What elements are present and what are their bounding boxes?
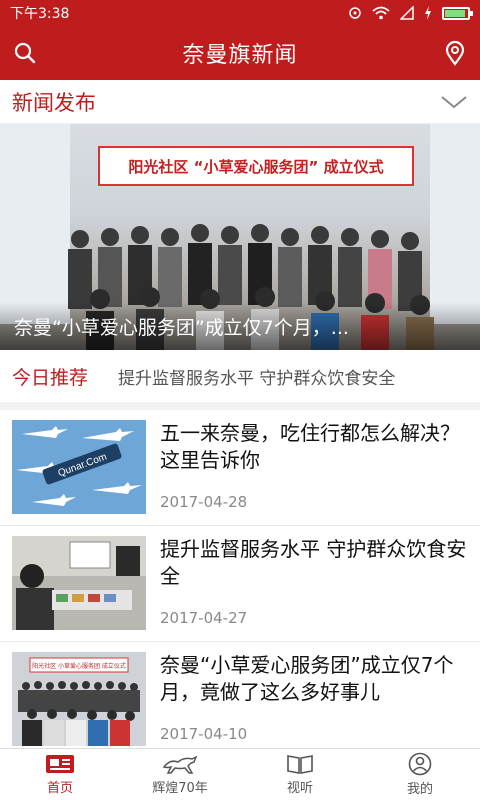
news-list: Qunar.Com 五一来奈曼，吃住行都怎么解决？这里告诉你 2017-04-2…	[0, 410, 480, 758]
news-item[interactable]: Qunar.Com 五一来奈曼，吃住行都怎么解决？这里告诉你 2017-04-2…	[0, 410, 480, 526]
news-date: 2017-04-28	[160, 493, 248, 511]
bottom-tab-bar: 首页 辉煌70年 视听 我的	[0, 748, 480, 800]
tab-mine-label: 我的	[406, 782, 433, 797]
today-recommend[interactable]: 今日推荐 提升监督服务水平 守护群众饮食安全	[0, 350, 480, 410]
news-date: 2017-04-10	[160, 725, 248, 743]
airplane-collage-image: Qunar.Com	[12, 420, 146, 514]
user-icon	[408, 752, 432, 776]
news-headline: 提升监督服务水平 守护群众饮食安全	[160, 537, 467, 588]
chevron-down-icon[interactable]	[440, 94, 468, 110]
thumb-sign-text: 阳光社区 小草爱心服务团 成立仪式	[32, 662, 126, 670]
location-pin-icon	[445, 40, 465, 66]
search-button[interactable]	[10, 38, 40, 68]
today-label: 今日推荐	[12, 366, 89, 389]
tab-audio-video-label: 视听	[286, 781, 313, 796]
wifi-icon	[372, 6, 390, 20]
news-thumbnail	[12, 536, 146, 630]
tab-home-label: 首页	[46, 781, 73, 796]
featured-banner[interactable]: 阳光社区 “小草爱心服务团” 成立仪式 奈曼“小草爱心服务团”成立仅7个月，..…	[0, 124, 480, 350]
status-bar: 下午3:38	[0, 0, 480, 26]
today-ticker[interactable]: 提升监督服务水平 守护群众饮食安全	[118, 364, 395, 389]
banner-caption: 奈曼“小草爱心服务团”成立仅7个月，...	[0, 302, 480, 350]
news-thumbnail: Qunar.Com	[12, 420, 146, 514]
tab-70-years[interactable]: 辉煌70年	[120, 749, 240, 800]
news-thumbnail: 阳光社区 小草爱心服务团 成立仪式	[12, 652, 146, 746]
charging-icon	[425, 6, 431, 20]
tab-home[interactable]: 首页	[0, 749, 120, 800]
news-headline: 五一来奈曼，吃住行都怎么解决？这里告诉你	[160, 421, 460, 472]
app-header: 奈曼旗新闻	[0, 26, 480, 80]
news-text: 奈曼“小草爱心服务团”成立仅7个月，竟做了这么多好事儿	[160, 652, 468, 706]
news-headline: 奈曼“小草爱心服务团”成立仅7个月，竟做了这么多好事儿	[160, 653, 454, 704]
tab-audio-video[interactable]: 视听	[240, 749, 360, 800]
battery-icon	[442, 6, 473, 20]
signal-icon	[400, 6, 414, 20]
news-date: 2017-04-27	[160, 609, 248, 627]
section-title: 新闻发布	[12, 90, 96, 115]
horse-icon	[162, 755, 198, 774]
search-icon	[14, 42, 36, 64]
news-text: 提升监督服务水平 守护群众饮食安全	[160, 536, 468, 590]
sync-icon	[349, 7, 361, 19]
news-item[interactable]: 提升监督服务水平 守护群众饮食安全 2017-04-27	[0, 526, 480, 642]
book-icon	[287, 755, 313, 774]
status-icons	[348, 6, 473, 20]
tab-mine[interactable]: 我的	[360, 749, 480, 800]
app-title: 奈曼旗新闻	[182, 43, 298, 68]
news-text: 五一来奈曼，吃住行都怎么解决？这里告诉你	[160, 420, 468, 474]
banner-sign: 阳光社区 “小草爱心服务团” 成立仪式	[98, 146, 414, 186]
kitchen-inspection-image	[12, 536, 146, 630]
location-button[interactable]	[440, 38, 470, 68]
news-icon	[46, 755, 74, 773]
tab-70-years-label: 辉煌70年	[152, 781, 208, 796]
news-item[interactable]: 阳光社区 小草爱心服务团 成立仪式 奈曼“小草爱心服务团”成立仅7个月，竟做了这…	[0, 642, 480, 758]
section-header: 新闻发布	[0, 80, 480, 124]
group-photo-image: 阳光社区 小草爱心服务团 成立仪式	[12, 652, 146, 746]
status-time: 下午3:38	[10, 6, 70, 22]
